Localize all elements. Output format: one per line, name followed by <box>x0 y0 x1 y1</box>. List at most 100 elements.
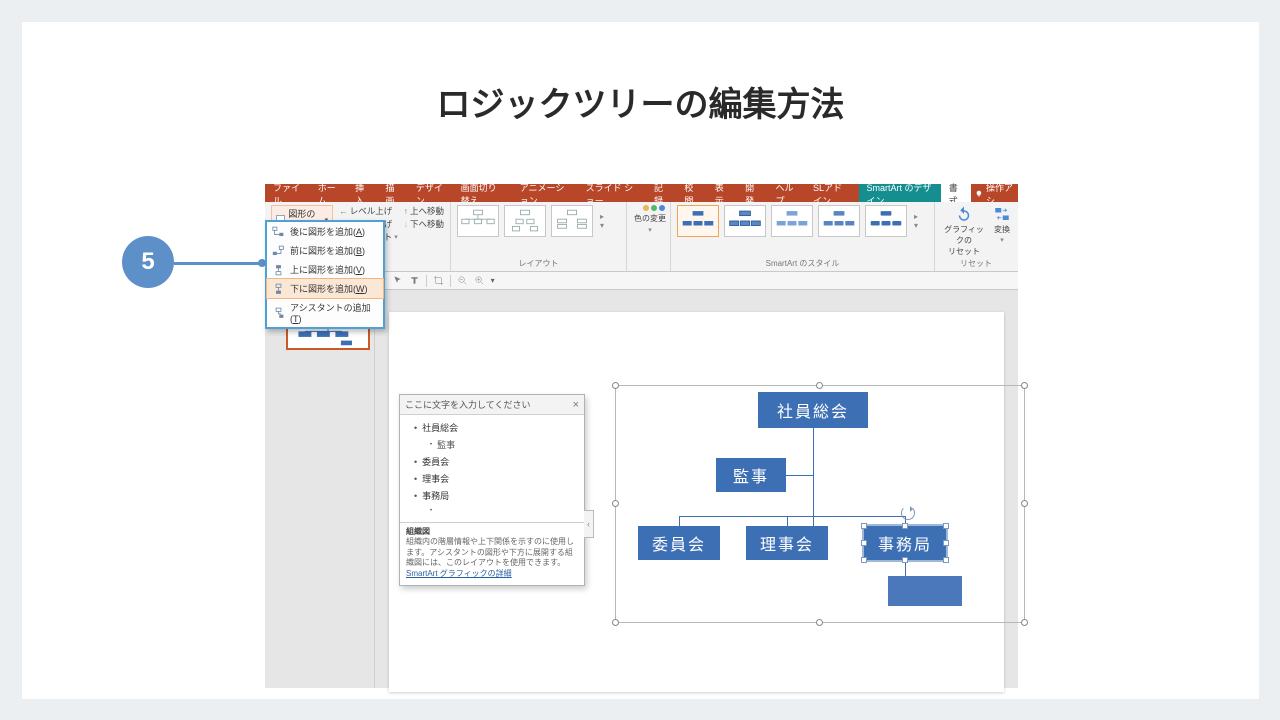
text-pane-toggle[interactable]: ‹ <box>584 510 594 538</box>
ribbon-group-reset: グラフィックの リセット 変換 ▾ リセット <box>935 202 1017 271</box>
ribbon-group-create-graphic: 図形の追加 ▾ ←レベル上げ →レベル下げ 品レイアウト▾ ↑上へ移動 ↓下へ移… <box>265 202 451 271</box>
styles-more[interactable]: ▸▾ <box>912 212 920 230</box>
tell-me[interactable]: 操作アシ <box>971 184 1018 202</box>
move-down-button[interactable]: ↓下へ移動 <box>404 218 444 230</box>
move-up-label: 上へ移動 <box>410 205 444 217</box>
move-up-button[interactable]: ↑上へ移動 <box>404 205 444 217</box>
step-badge: 5 <box>122 236 174 288</box>
layout-thumb[interactable] <box>551 205 593 237</box>
tab-view[interactable]: 表示 <box>707 184 737 202</box>
add-after-icon <box>272 226 285 238</box>
pointer-icon[interactable] <box>392 275 403 286</box>
slide-canvas[interactable]: ここに文字を入力してください × 社員総会 監事 委員会 理事会 事務局 <box>389 312 1004 692</box>
smartart-node-new[interactable] <box>888 576 962 606</box>
tab-format[interactable]: 書式 <box>941 184 971 202</box>
list-item[interactable]: 事務局 <box>410 487 580 504</box>
ribbon-group-layouts: ▸▾ レイアウト <box>451 202 627 271</box>
layouts-more[interactable]: ▸▾ <box>598 212 606 230</box>
zoom-out-icon[interactable] <box>457 275 468 286</box>
ribbon-tab-strip: ファイル ホーム 挿入 描画 デザイン 画面切り替え アニメーション スライド … <box>265 184 1018 202</box>
promote-button[interactable]: ←レベル上げ <box>339 205 398 217</box>
change-colors-label: 色の変更 <box>634 213 666 224</box>
powerpoint-window: ファイル ホーム 挿入 描画 デザイン 画面切り替え アニメーション スライド … <box>265 184 1018 688</box>
slide-thumbnail-panel: 1 <box>265 290 375 688</box>
text-pane-title: ここに文字を入力してください <box>405 398 530 411</box>
ribbon-body: 図形の追加 ▾ ←レベル上げ →レベル下げ 品レイアウト▾ ↑上へ移動 ↓下へ移… <box>265 202 1018 272</box>
chevron-down-icon: ▾ <box>394 233 398 241</box>
list-item[interactable] <box>410 504 580 518</box>
zoom-in-icon[interactable] <box>474 275 485 286</box>
tab-home[interactable]: ホーム <box>310 184 347 202</box>
style-thumb[interactable] <box>677 205 719 237</box>
step-connector-line <box>174 262 259 265</box>
rotate-handle-icon[interactable] <box>901 506 915 520</box>
chevron-down-icon: ▾ <box>1000 236 1004 244</box>
add-shape-dropdown: 後に図形を追加(A) 前に図形を追加(B) 上に図形を追加(V) 下に図形を追加… <box>265 220 385 329</box>
tab-insert[interactable]: 挿入 <box>347 184 377 202</box>
tab-slideshow[interactable]: スライド ショー <box>578 184 646 202</box>
slide-page: ロジックツリーの編集方法 5 ファイル ホーム 挿入 描画 デザイン 画面切り替… <box>22 22 1259 699</box>
ribbon-group-styles: ▸▾ SmartArt のスタイル <box>671 202 935 271</box>
tab-help[interactable]: ヘルプ <box>767 184 805 202</box>
style-thumb[interactable] <box>771 205 813 237</box>
change-colors-button[interactable]: 色の変更 ▾ <box>633 205 667 234</box>
dropdown-add-below-label: 下に図形を追加(W) <box>290 282 368 295</box>
text-pane-list[interactable]: 社員総会 監事 委員会 理事会 事務局 <box>400 415 584 522</box>
list-item[interactable]: 理事会 <box>410 470 580 487</box>
add-below-icon <box>272 283 285 295</box>
convert-button[interactable]: 変換 ▾ <box>993 205 1011 257</box>
smartart-node[interactable]: 理事会 <box>746 526 828 560</box>
smartart-node-selected[interactable]: 事務局 <box>864 526 946 560</box>
dropdown-add-before[interactable]: 前に図形を追加(B) <box>267 241 383 260</box>
add-before-icon <box>272 245 285 257</box>
reset-graphic-label: グラフィックの リセット <box>941 224 987 257</box>
dropdown-add-assistant-label: アシスタントの追加(T) <box>290 301 378 324</box>
list-item[interactable]: 委員会 <box>410 453 580 470</box>
reset-graphic-button[interactable]: グラフィックの リセット <box>941 205 987 257</box>
tab-developer[interactable]: 開発 <box>737 184 767 202</box>
chevron-down-icon[interactable]: ▾ <box>491 276 495 285</box>
convert-icon <box>993 205 1011 223</box>
text-pane-description: 組織図 組織内の階層情報や上下関係を示すのに使用します。アシスタントの図形や下方… <box>400 522 584 585</box>
crop-icon[interactable] <box>433 275 444 286</box>
smartart-node[interactable]: 委員会 <box>638 526 720 560</box>
smartart-node-root[interactable]: 社員総会 <box>758 392 868 428</box>
text-icon[interactable] <box>409 275 420 286</box>
smartart-node-assistant[interactable]: 監事 <box>716 458 786 492</box>
promote-label: レベル上げ <box>350 205 393 217</box>
convert-label: 変換 <box>994 224 1010 235</box>
group-label-styles: SmartArt のスタイル <box>677 258 928 269</box>
layout-thumb[interactable] <box>457 205 499 237</box>
dropdown-add-above[interactable]: 上に図形を追加(V) <box>267 260 383 279</box>
tab-design[interactable]: デザイン <box>408 184 453 202</box>
chevron-down-icon: ▾ <box>648 226 652 234</box>
dropdown-add-before-label: 前に図形を追加(B) <box>290 244 365 257</box>
dropdown-add-assistant[interactable]: アシスタントの追加(T) <box>267 298 383 327</box>
style-thumb[interactable] <box>818 205 860 237</box>
tab-animations[interactable]: アニメーション <box>512 184 578 202</box>
dropdown-add-below[interactable]: 下に図形を追加(W) <box>266 278 384 299</box>
tab-file[interactable]: ファイル <box>265 184 310 202</box>
list-item[interactable]: 監事 <box>410 436 580 453</box>
tab-transitions[interactable]: 画面切り替え <box>453 184 512 202</box>
lightbulb-icon <box>975 189 983 199</box>
tab-draw[interactable]: 描画 <box>377 184 407 202</box>
smartart-details-link[interactable]: SmartArt グラフィックの詳細 <box>406 569 512 578</box>
move-down-label: 下へ移動 <box>410 218 444 230</box>
tab-sladdin[interactable]: SLアドイン <box>805 184 859 202</box>
layout-thumb[interactable] <box>504 205 546 237</box>
group-label-reset: リセット <box>941 258 1011 269</box>
tab-review[interactable]: 校閲 <box>676 184 706 202</box>
style-thumb[interactable] <box>865 205 907 237</box>
tab-smartart-design[interactable]: SmartArt のデザイン <box>859 184 941 202</box>
close-icon[interactable]: × <box>573 399 579 411</box>
list-item[interactable]: 社員総会 <box>410 419 580 436</box>
tab-record[interactable]: 記録 <box>646 184 676 202</box>
slide-canvas-area: ここに文字を入力してください × 社員総会 監事 委員会 理事会 事務局 <box>375 290 1018 688</box>
smartart-text-pane[interactable]: ここに文字を入力してください × 社員総会 監事 委員会 理事会 事務局 <box>399 394 585 586</box>
dropdown-add-after[interactable]: 後に図形を追加(A) <box>267 222 383 241</box>
style-thumb[interactable] <box>724 205 766 237</box>
smartart-selection-frame[interactable]: 社員総会 監事 委員会 理事会 事務局 <box>615 385 1025 623</box>
dropdown-add-above-label: 上に図形を追加(V) <box>290 263 365 276</box>
dropdown-add-after-label: 後に図形を追加(A) <box>290 225 365 238</box>
